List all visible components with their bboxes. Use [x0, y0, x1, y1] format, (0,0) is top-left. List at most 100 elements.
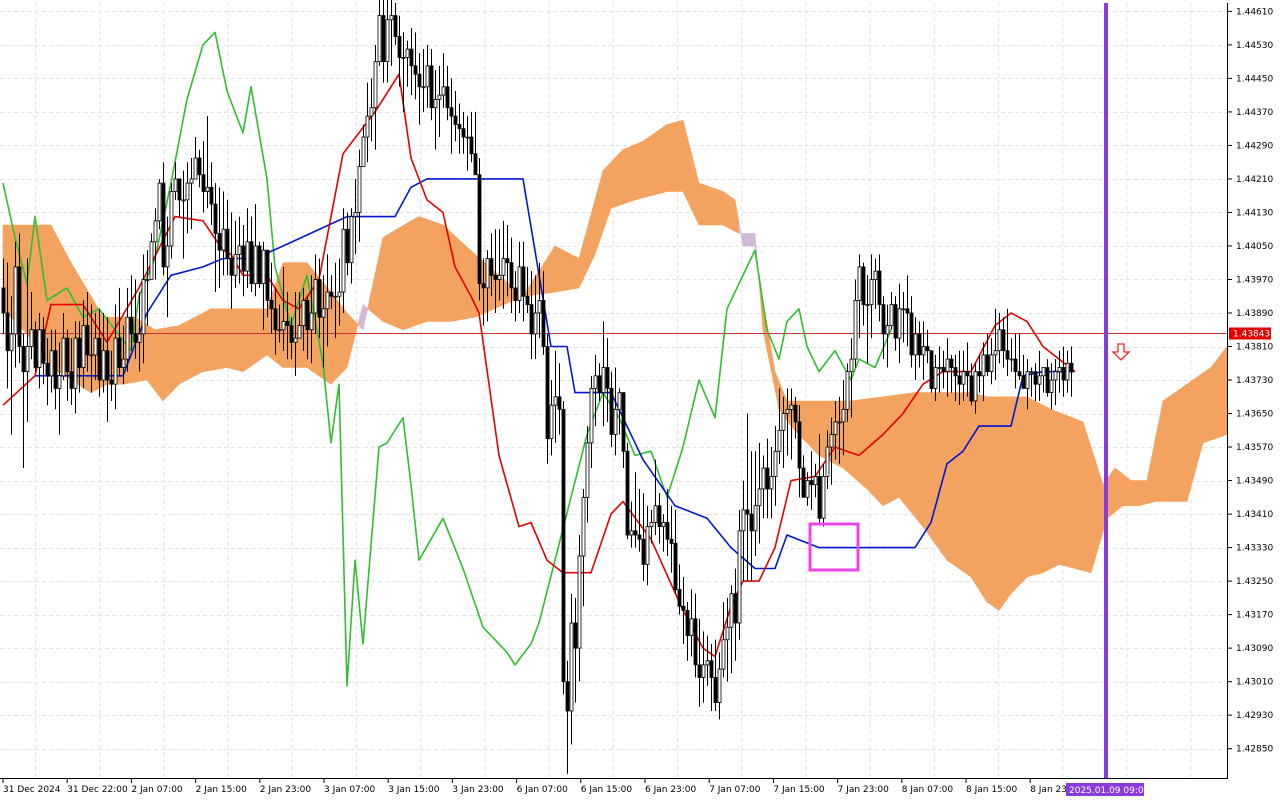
cloud-segment-185: [742, 233, 748, 247]
candle-body-133: [533, 312, 538, 335]
candle-body-140: [561, 408, 566, 683]
candle-body-252: [1009, 358, 1014, 361]
cloud-segment-41: [166, 326, 172, 398]
cloud-segment-102: [410, 218, 416, 328]
candle-body-170: [681, 605, 686, 611]
x-tick-label-5: 3 Jan 07:00: [324, 785, 376, 795]
cloud-segment-241: [966, 392, 972, 578]
candle-body-122: [489, 258, 494, 276]
candle-body-194: [777, 429, 782, 452]
cloud-segment-159: [638, 140, 644, 200]
candle-body-141: [565, 681, 570, 712]
cloud-segment-262: [1050, 408, 1056, 569]
candle-body-1: [5, 312, 10, 352]
cloud-segment-161: [646, 135, 652, 198]
ichimoku-chart[interactable]: 1.44610 1.44530 1.44450 1.44370 1.44290 1.442…: [0, 0, 1280, 800]
candle-body-22: [89, 354, 94, 357]
cloud-segment-264: [1058, 412, 1064, 566]
cloud-segment-249: [998, 396, 1004, 612]
candle-body-163: [653, 505, 658, 523]
candle-body-190: [761, 467, 766, 490]
cloud-segment-261: [1046, 406, 1052, 572]
cloud-segment-269: [1078, 419, 1084, 571]
cloud-segment-169: [678, 119, 684, 192]
candle-body-92: [369, 107, 374, 117]
candle-body-55: [221, 228, 226, 251]
candle-body-199: [797, 421, 802, 469]
cloud-segment-215: [862, 398, 868, 490]
candle-body-248: [993, 350, 998, 356]
candle-body-72: [289, 325, 294, 343]
cloud-segment-136: [546, 251, 552, 294]
candle-body-144: [577, 555, 582, 649]
candle-body-178: [713, 677, 718, 703]
candle-body-209: [837, 421, 842, 424]
cloud-segment-53: [214, 308, 220, 370]
candle-body-31: [125, 316, 130, 360]
x-tick-label-11: 7 Jan 07:00: [709, 785, 761, 795]
cloud-segment-305: [1222, 345, 1228, 437]
cloud-segment-165: [662, 123, 668, 193]
cloud-segment-64: [258, 308, 264, 362]
candle-body-130: [521, 266, 526, 297]
candle-body-176: [705, 660, 710, 666]
y-tick-label-13: 1.43570: [1236, 443, 1273, 453]
cloud-segment-166: [666, 123, 672, 192]
candle-body-81: [325, 291, 330, 310]
candle-body-77: [309, 312, 314, 331]
candle-body-160: [641, 538, 646, 565]
candle-body-143: [573, 622, 578, 649]
cloud-segment-44: [178, 323, 184, 385]
x-tick-label-3: 2 Jan 15:00: [196, 785, 248, 795]
candle-body-24: [97, 337, 102, 381]
candle-body-223: [893, 304, 898, 339]
candle-body-125: [501, 258, 506, 276]
candle-body-12: [49, 350, 54, 377]
cloud-segment-304: [1218, 350, 1224, 438]
candle-body-96: [385, 19, 390, 63]
candle-body-60: [241, 245, 246, 272]
candle-body-239: [957, 375, 962, 385]
price-tag-label: 1.43843: [1233, 330, 1270, 340]
cloud-segment-266: [1066, 415, 1072, 568]
y-tick-label-12: 1.43650: [1236, 410, 1273, 420]
cloud-segment-223: [894, 394, 900, 500]
cloud-segment-290: [1162, 397, 1168, 502]
candle-body-159: [637, 534, 642, 540]
candle-body-101: [405, 48, 410, 58]
cloud-segment-299: [1198, 372, 1204, 458]
x-tick-label-13: 7 Jan 23:00: [838, 785, 890, 795]
cloud-segment-160: [642, 137, 648, 199]
cloud-segment-273: [1094, 459, 1100, 560]
cloud-segment-270: [1082, 421, 1088, 573]
candle-body-121: [485, 258, 490, 289]
cloud-segment-52: [210, 308, 216, 371]
candle-body-46: [185, 182, 190, 201]
candle-body-120: [481, 283, 486, 289]
x-tick-label-1: 31 Dec 22:00: [67, 785, 128, 795]
cloud-segment-40: [162, 327, 168, 402]
cloud-segment-181: [726, 193, 732, 230]
cloud-segment-230: [922, 392, 928, 534]
cloud-segment-295: [1182, 383, 1188, 502]
cloud-segment-85: [342, 306, 348, 373]
candle-body-19: [77, 337, 82, 368]
cloud-segment-180: [722, 190, 728, 228]
candle-body-79: [317, 279, 322, 318]
candle-body-142: [569, 622, 574, 712]
cloud-segment-234: [938, 392, 944, 556]
cloud-segment-201: [806, 400, 812, 448]
cloud-segment-179: [718, 189, 724, 226]
candle-body-264: [1057, 367, 1062, 373]
candle-body-184: [737, 530, 742, 624]
candle-body-259: [1037, 375, 1042, 385]
cloud-segment-271: [1086, 434, 1092, 574]
candle-body-174: [697, 664, 702, 678]
cloud-segment-213: [854, 399, 860, 483]
candle-body-212: [849, 358, 854, 373]
cloud-segment-301: [1206, 366, 1212, 442]
y-tick-label-8: 1.43970: [1236, 275, 1273, 285]
y-tick-label-0: 1.44610: [1236, 7, 1273, 17]
cloud-segment-143: [574, 255, 580, 289]
cloud-segment-254: [1018, 396, 1024, 587]
